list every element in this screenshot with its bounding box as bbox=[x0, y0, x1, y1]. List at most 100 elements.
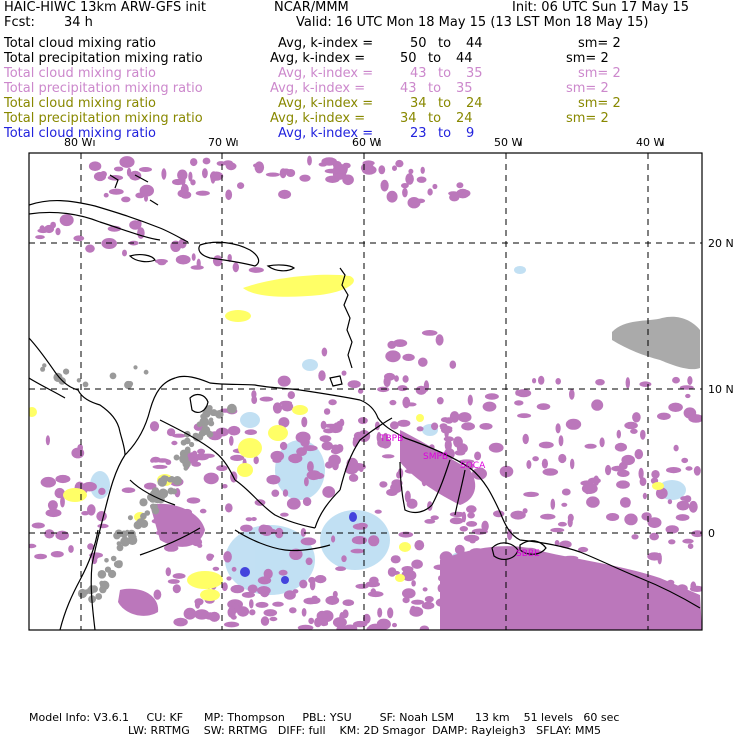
precip-cell bbox=[449, 517, 464, 525]
precip-cell bbox=[320, 420, 327, 430]
precip-cell bbox=[540, 513, 556, 520]
precip-cell bbox=[416, 426, 424, 432]
precip-cell bbox=[467, 394, 473, 406]
precip-cell bbox=[321, 347, 328, 357]
precip-cell bbox=[314, 617, 322, 628]
precip-cell bbox=[599, 437, 605, 448]
precip-cell bbox=[231, 566, 237, 572]
precip-cell bbox=[617, 469, 630, 477]
precip-cell bbox=[390, 555, 401, 564]
precip-cell bbox=[353, 620, 368, 628]
precip-cell bbox=[199, 508, 207, 514]
cloud-cell bbox=[136, 518, 146, 528]
cloud-cell bbox=[167, 487, 175, 495]
precip-cell bbox=[350, 548, 365, 554]
precip-cell bbox=[370, 588, 376, 595]
cloud-cell bbox=[82, 381, 89, 388]
precip-cell bbox=[98, 487, 106, 495]
precip-cell bbox=[517, 413, 532, 419]
precip-cell bbox=[251, 396, 258, 404]
lon-label-40w: 40 W bbox=[636, 136, 664, 149]
precip-cell bbox=[676, 500, 690, 511]
precip-cell bbox=[122, 159, 128, 164]
precip-cell bbox=[222, 484, 228, 489]
precip-cell bbox=[384, 372, 396, 381]
precip-cell bbox=[449, 360, 457, 369]
precip-cell bbox=[397, 385, 408, 392]
precip-cell bbox=[300, 528, 307, 537]
precip-cell bbox=[265, 172, 280, 177]
cloud-cell bbox=[76, 378, 82, 383]
precip-cell bbox=[431, 422, 439, 431]
precip-cell bbox=[177, 169, 188, 181]
precip-cell bbox=[318, 162, 328, 167]
precip-cell bbox=[666, 467, 682, 474]
precip-cell bbox=[402, 588, 416, 599]
precip-cell bbox=[172, 584, 181, 594]
precip-cell bbox=[356, 522, 368, 529]
cloud-cell bbox=[97, 570, 107, 579]
precip-cell bbox=[171, 440, 178, 446]
precip-cell bbox=[651, 470, 660, 479]
precip-cell bbox=[380, 179, 389, 192]
precip-cell bbox=[68, 545, 74, 553]
lon-label-70w: 70 W bbox=[208, 136, 236, 149]
precip-cell bbox=[165, 567, 171, 577]
precip-cell bbox=[322, 486, 336, 498]
precip-cell bbox=[595, 379, 605, 386]
precip-cell bbox=[216, 161, 226, 166]
precip-cell bbox=[411, 599, 425, 605]
cloud-cell bbox=[109, 372, 117, 380]
precip-cell bbox=[324, 168, 340, 174]
precip-cell bbox=[409, 606, 424, 617]
precip-cell bbox=[212, 566, 220, 571]
cloud-cell bbox=[180, 452, 186, 458]
precip-cell bbox=[282, 489, 289, 497]
precip-cell bbox=[685, 393, 691, 399]
precip-cell bbox=[152, 464, 168, 469]
precip-cell bbox=[675, 514, 690, 521]
precip-cell bbox=[397, 419, 411, 427]
precip-cell bbox=[466, 505, 477, 514]
precip-cell bbox=[657, 412, 671, 420]
precip-cell bbox=[289, 607, 297, 614]
lat-label-10n: 10 N bbox=[708, 383, 734, 396]
precip-cell bbox=[122, 249, 127, 257]
precip-cell bbox=[558, 435, 564, 447]
precip-cell bbox=[96, 511, 107, 522]
precip-cell bbox=[616, 480, 630, 489]
precip-cell bbox=[173, 617, 188, 627]
precip-cell bbox=[672, 376, 680, 384]
precip-cell bbox=[40, 476, 56, 488]
precip-cell bbox=[423, 380, 429, 392]
precip-cell bbox=[308, 576, 316, 584]
cloud-cell bbox=[63, 368, 70, 375]
precip-cell bbox=[681, 457, 689, 464]
precip-cell bbox=[685, 466, 693, 471]
precip-cell bbox=[287, 391, 295, 400]
precip-cell bbox=[149, 421, 160, 432]
precip-cell bbox=[280, 512, 289, 517]
precip-cell bbox=[456, 182, 464, 189]
precip-cell bbox=[453, 436, 463, 448]
precip-cell bbox=[482, 401, 497, 412]
precip-cell bbox=[523, 491, 539, 497]
precip-cell bbox=[668, 402, 683, 412]
cloud-cell bbox=[227, 403, 237, 414]
precip-cell bbox=[153, 589, 162, 600]
precip-cell bbox=[639, 381, 652, 388]
precip-cell bbox=[614, 442, 628, 452]
lon-label-60w: 60 W bbox=[352, 136, 380, 149]
precip-cell bbox=[308, 617, 315, 625]
lat-label-0: 0 bbox=[708, 527, 715, 540]
precip-cell bbox=[225, 189, 233, 201]
cloud-cell bbox=[104, 558, 109, 563]
precip-cell bbox=[567, 513, 574, 523]
lon-label-80w: 80 W bbox=[64, 136, 92, 149]
precip-cell bbox=[194, 609, 210, 620]
precip-cell bbox=[39, 225, 45, 232]
precip-cell bbox=[561, 502, 568, 507]
precip-cell bbox=[542, 468, 559, 476]
precip-cell bbox=[288, 453, 303, 464]
precip-cell bbox=[550, 498, 556, 510]
